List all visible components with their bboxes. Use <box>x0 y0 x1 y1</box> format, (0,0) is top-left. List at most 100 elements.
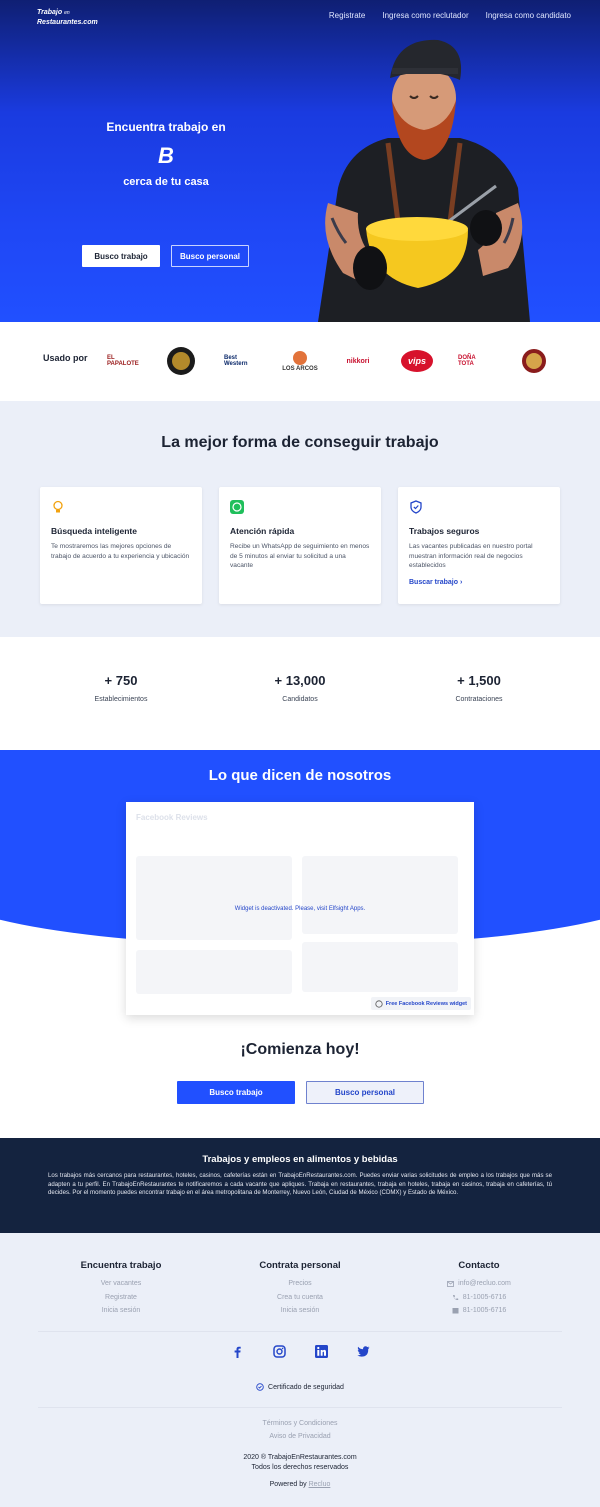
nav-candidato[interactable]: Ingresa como candidato <box>486 11 571 20</box>
logo-text-line2: Restaurantes.com <box>37 19 98 26</box>
twitter-icon[interactable] <box>356 1345 370 1358</box>
features-title: La mejor forma de conseguir trabajo <box>161 434 439 451</box>
seo-section: Trabajos y empleos en alimentos y bebida… <box>0 1138 600 1233</box>
footer-link-precios[interactable]: Precios <box>220 1277 380 1291</box>
footer-link-crea-cuenta[interactable]: Crea tu cuenta <box>220 1291 380 1305</box>
feature-card-seguros: Trabajos seguros Las vacantes publicadas… <box>398 487 560 604</box>
free-widget-badge[interactable]: Free Facebook Reviews widget <box>370 997 471 1010</box>
nav-registrate[interactable]: Registrate <box>329 11 365 20</box>
footer-contact-email[interactable]: info@recluo.com <box>399 1277 559 1291</box>
footer-divider <box>38 1407 562 1408</box>
stat-candidatos: + 13,000 Candidatos <box>225 673 375 703</box>
phone-icon <box>452 1294 458 1300</box>
stat-number: + 1,500 <box>457 673 501 688</box>
hero-busco-personal-button[interactable]: Busco personal <box>171 245 249 267</box>
stat-label: Establecimientos <box>94 696 148 703</box>
stats-section: + 750 Establecimientos + 13,000 Candidat… <box>0 637 600 750</box>
stat-label: Contrataciones <box>455 696 503 703</box>
footer-col-contacto: Contacto info@recluo.com 81-1005-6716 81… <box>399 1260 559 1318</box>
widget-title: Facebook Reviews <box>136 813 208 822</box>
footer-col-title: Contrata personal <box>259 1260 341 1271</box>
feature-title: Atención rápida <box>230 526 295 536</box>
powered-by-label: Powered by <box>269 1481 307 1488</box>
legal-links: Términos y Condiciones Aviso de Privacid… <box>0 1417 600 1443</box>
facebook-reviews-widget[interactable]: Facebook Reviews Widget is deactivated. … <box>126 802 474 1015</box>
mail-icon <box>447 1280 455 1287</box>
widget-deactivated-message[interactable]: Widget is deactivated. Please, visit Elf… <box>126 906 474 912</box>
seo-text: Los trabajos más cercanos para restauran… <box>48 1172 552 1197</box>
site-logo[interactable]: Trabajo en Restaurantes.com <box>37 8 98 27</box>
cta-section: ¡Comienza hoy! Busco trabajo Busco perso… <box>0 1035 600 1138</box>
feature-title: Trabajos seguros <box>409 526 480 536</box>
used-by-label: Usado por <box>43 353 88 363</box>
review-card-placeholder <box>302 942 458 992</box>
footer-col-title: Contacto <box>458 1260 500 1271</box>
feature-text: Recibe un WhatsApp de seguimiento en men… <box>230 543 370 569</box>
testimonials-title: Lo que dicen de nosotros <box>208 767 392 784</box>
facebook-icon[interactable] <box>231 1345 244 1358</box>
feature-text: Te mostraremos las mejores opciones de t… <box>51 543 190 560</box>
brand-logo-los-arcos: LOS ARCOS <box>282 346 318 376</box>
feature-text: Las vacantes publicadas en nuestro porta… <box>409 543 533 569</box>
feature-card-busqueda: Búsqueda inteligente Te mostraremos las … <box>40 487 202 604</box>
top-nav: Registrate Ingresa como reclutador Ingre… <box>329 11 571 20</box>
lightbulb-icon <box>53 500 63 513</box>
hero-title-word: B <box>158 143 174 168</box>
hero-title-bottom: cerca de tu casa <box>123 176 209 188</box>
privacy-link[interactable]: Aviso de Privacidad <box>0 1430 600 1443</box>
feature-card-atencion: Atención rápida Recibe un WhatsApp de se… <box>219 487 381 604</box>
footer-link-inicia-sesion[interactable]: Inicia sesión <box>220 1304 380 1318</box>
clock-icon <box>375 999 383 1008</box>
hero-busco-trabajo-button[interactable]: Busco trabajo <box>82 245 160 267</box>
nav-reclutador[interactable]: Ingresa como reclutador <box>382 11 468 20</box>
powered-by: Powered by Recluo <box>0 1481 600 1488</box>
brand-logo-el-papalote: EL PAPALOTE <box>107 355 139 367</box>
hero-section: Trabajo en Restaurantes.com Registrate I… <box>0 0 600 322</box>
footer-contact-fax[interactable]: 81-1005-6716 <box>399 1304 559 1318</box>
logo-text-line1: Trabajo <box>37 9 63 16</box>
footer-col-encuentra-trabajo: Encuentra trabajo Ver vacantes Registrat… <box>41 1260 201 1318</box>
copyright-line1: 2020 ® TrabajoEnRestaurantes.com <box>243 1454 357 1461</box>
brand-logo-best-western: Best Western <box>224 355 248 367</box>
footer-contact-phone[interactable]: 81-1005-6716 <box>399 1291 559 1305</box>
hero-title-top: Encuentra trabajo en <box>106 120 226 134</box>
linkedin-icon[interactable] <box>314 1345 328 1358</box>
brand-logo-siete-mares <box>166 346 196 376</box>
cta-busco-personal-button[interactable]: Busco personal <box>306 1081 424 1104</box>
seo-title: Trabajos y empleos en alimentos y bebida… <box>202 1154 398 1165</box>
footer-col-contrata-personal: Contrata personal Precios Crea tu cuenta… <box>220 1260 380 1318</box>
cta-title: ¡Comienza hoy! <box>240 1041 360 1058</box>
shield-icon <box>410 500 422 514</box>
stat-label: Candidatos <box>282 696 318 703</box>
footer-col-title: Encuentra trabajo <box>80 1260 162 1271</box>
review-card-placeholder <box>136 856 292 940</box>
review-card-placeholder <box>136 950 292 994</box>
shield-check-icon <box>256 1383 264 1391</box>
cta-busco-trabajo-button[interactable]: Busco trabajo <box>177 1081 295 1104</box>
footer-divider <box>38 1331 562 1332</box>
security-certificate[interactable]: Certificado de seguridad <box>0 1383 600 1391</box>
brand-logo-tm <box>519 346 549 376</box>
recluo-link[interactable]: Recluo <box>309 1481 331 1488</box>
instagram-icon[interactable] <box>272 1345 286 1358</box>
logo-text-small: en <box>64 10 70 16</box>
feature-title: Búsqueda inteligente <box>51 526 137 536</box>
footer-link-inicia-sesion[interactable]: Inicia sesión <box>41 1304 201 1318</box>
footer-link-registrate[interactable]: Registrate <box>41 1291 201 1305</box>
features-section: La mejor forma de conseguir trabajo Búsq… <box>0 401 600 637</box>
stat-number: + 750 <box>104 673 138 688</box>
whatsapp-icon <box>230 500 244 514</box>
social-links <box>0 1345 600 1358</box>
copyright-line2: Todos los derechos reservados <box>251 1464 349 1471</box>
clients-logos-bar: Usado por EL PAPALOTE Best Western LOS A… <box>0 322 600 401</box>
chef-illustration <box>318 39 530 322</box>
stat-establecimientos: + 750 Establecimientos <box>46 673 196 703</box>
fax-icon <box>452 1308 459 1314</box>
footer-link-ver-vacantes[interactable]: Ver vacantes <box>41 1277 201 1291</box>
chevron-right-icon: › <box>459 578 463 586</box>
terms-link[interactable]: Términos y Condiciones <box>0 1417 600 1430</box>
brand-logo-vips: vips <box>400 346 434 376</box>
stat-number: + 13,000 <box>274 673 326 688</box>
buscar-trabajo-link[interactable]: Buscar trabajo › <box>409 579 549 586</box>
review-card-placeholder <box>302 856 458 934</box>
